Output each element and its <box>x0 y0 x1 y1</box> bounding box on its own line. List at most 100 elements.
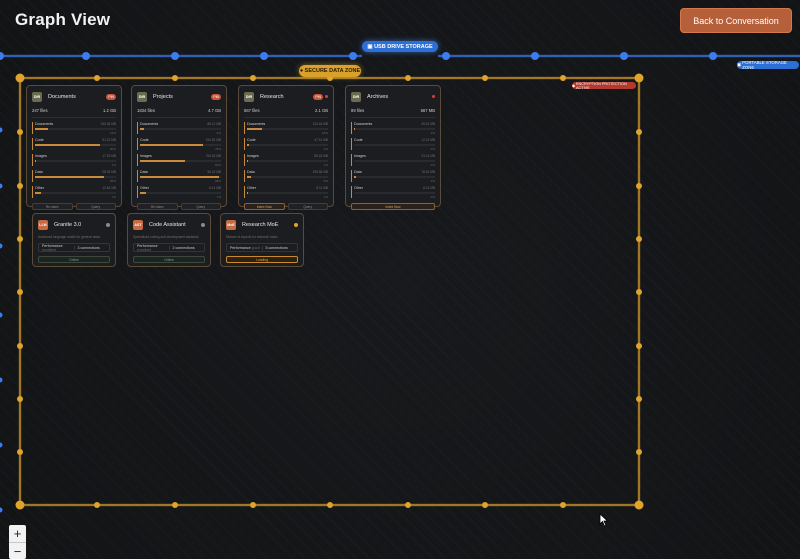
directory-name: Research <box>260 93 284 100</box>
category-label: Data <box>35 170 43 174</box>
query-button[interactable]: Query <box>180 203 221 210</box>
mouse-cursor-icon <box>599 513 609 527</box>
connection-count: 3 connections <box>73 245 110 250</box>
category-bar-fill <box>35 160 36 162</box>
portable-storage-zone-label[interactable]: ▣ PORTABLE STORAGE ZONE <box>737 60 799 70</box>
category-row: Other 8.13 MB 0% <box>351 186 435 199</box>
pin-badge[interactable]: PIN <box>313 93 323 100</box>
category-size: 8.14 MB <box>209 186 221 190</box>
directory-card-projects[interactable]: DIR Projects PIN 1834 files 4.7 GB Documents 8… <box>131 85 227 210</box>
category-size: 47.14 MB <box>314 138 328 142</box>
query-button[interactable]: Query <box>75 203 116 210</box>
usb-drive-storage-label[interactable]: ▣ USB DRIVE STORAGE <box>362 41 438 52</box>
category-size: 195.34 MB <box>100 122 116 126</box>
model-status-dot <box>106 222 110 227</box>
model-card-granite-3-0[interactable]: LLM Granite 3.0 Advanced language model fo… <box>32 213 116 267</box>
category-row: Images 754.16 MB 56% <box>137 154 221 167</box>
category-bar <box>35 176 116 178</box>
category-bar-fill <box>140 128 145 130</box>
model-status-button[interactable]: Online <box>38 256 110 263</box>
category-label: Other <box>35 186 44 190</box>
graph-canvas[interactable] <box>0 0 800 559</box>
category-label: Code <box>247 138 256 142</box>
category-label: Documents <box>35 122 54 126</box>
directory-card-documents[interactable]: DIR Documents PIN 247 files 1.2 GB Documents 1… <box>26 85 122 210</box>
pin-badge[interactable]: PIN <box>211 93 221 100</box>
category-percent: 56% <box>214 162 221 167</box>
re-index-button[interactable]: Re-index <box>32 203 73 210</box>
category-size: 96.18 MB <box>207 170 221 174</box>
category-size: 12.13 MB <box>421 138 435 142</box>
category-bar <box>35 128 116 130</box>
category-bar-fill <box>140 176 220 178</box>
category-row: Other 8.14 MB 7% <box>137 186 221 199</box>
category-size: 12.54 MB <box>102 186 116 190</box>
category-bar <box>140 128 221 130</box>
category-label: Other <box>247 186 256 190</box>
directory-size: 567 MB <box>420 108 435 113</box>
folder-icon: DIR <box>351 91 361 102</box>
category-bar <box>247 144 328 146</box>
category-bar-fill <box>140 160 186 162</box>
category-size: 195.86 MB <box>312 170 328 174</box>
folder-icon: DIR <box>32 91 42 102</box>
category-bar <box>247 128 328 130</box>
category-bar <box>354 144 435 146</box>
category-size: 85.12 MB <box>207 122 221 126</box>
folder-icon: DIR <box>137 91 147 102</box>
category-bar <box>35 192 116 194</box>
model-status-button[interactable]: Online <box>133 256 205 263</box>
category-percent: 1% <box>111 162 116 167</box>
category-row: Documents 134.44 MB 18% <box>244 122 328 135</box>
category-row: Images 17.15 MB 1% <box>32 154 116 167</box>
file-count: 89 files <box>351 108 365 113</box>
directory-size: 4.7 GB <box>207 108 221 113</box>
directory-size: 1.2 GB <box>102 108 116 113</box>
category-bar-fill <box>247 128 262 130</box>
category-bar-fill <box>247 160 248 162</box>
zoom-in-button[interactable]: + <box>9 525 26 542</box>
category-bar-fill <box>140 144 204 146</box>
re-index-button[interactable]: Re-index <box>137 203 178 210</box>
performance-label: Performance <box>230 245 251 250</box>
pin-badge[interactable]: PIN <box>106 93 116 100</box>
directory-card-archives[interactable]: DIR Archives 89 files 567 MB Documents 45.15 … <box>345 85 441 210</box>
category-bar <box>140 144 221 146</box>
index-now-button[interactable]: Index Now <box>351 203 435 210</box>
category-bar-fill <box>35 192 41 194</box>
model-status-button[interactable]: Loading <box>226 256 298 263</box>
category-size: 17.15 MB <box>102 154 116 158</box>
zoom-out-button[interactable]: − <box>9 542 26 559</box>
category-percent: 7% <box>111 194 116 199</box>
model-icon: MoE <box>226 219 236 230</box>
category-bar-fill <box>247 192 248 194</box>
category-row: Images 23.14 MB 0% <box>351 154 435 167</box>
category-row: Data 96.18 MB 98% <box>137 170 221 183</box>
secure-data-zone-label[interactable]: ● SECURE DATA ZONE <box>299 65 361 77</box>
connection-count: 5 connections <box>261 245 298 250</box>
model-description: Mixture of experts for research tasks <box>226 235 278 239</box>
category-percent: 7% <box>216 194 221 199</box>
index-now-button[interactable]: Index Now <box>244 203 285 210</box>
category-bar-fill <box>35 144 100 146</box>
category-percent: 5% <box>216 130 221 135</box>
category-label: Code <box>354 138 363 142</box>
directory-card-research[interactable]: DIR Research PIN 567 files 2.1 GB Documents 13… <box>238 85 334 210</box>
connection-count: 2 connections <box>168 245 205 250</box>
category-label: Documents <box>354 122 373 126</box>
category-bar <box>35 144 116 146</box>
category-row: Other 12.54 MB 7% <box>32 186 116 199</box>
category-size: 78.42 MB <box>421 170 435 174</box>
query-button[interactable]: Query <box>287 203 328 210</box>
category-label: Images <box>35 154 47 158</box>
category-bar <box>140 176 221 178</box>
category-percent: 1% <box>430 130 435 135</box>
file-count: 247 files <box>32 108 48 113</box>
category-percent: 0% <box>430 146 435 151</box>
model-card-research-moe[interactable]: MoE Research MoE Mixture of experts for re… <box>220 213 304 267</box>
model-card-code-assistant[interactable]: AST Code Assistant Specialized coding and … <box>127 213 211 267</box>
usb-icon: ▣ <box>367 43 375 50</box>
model-icon: LLM <box>38 219 48 230</box>
category-bar-fill <box>247 144 250 146</box>
category-percent: 0% <box>430 162 435 167</box>
